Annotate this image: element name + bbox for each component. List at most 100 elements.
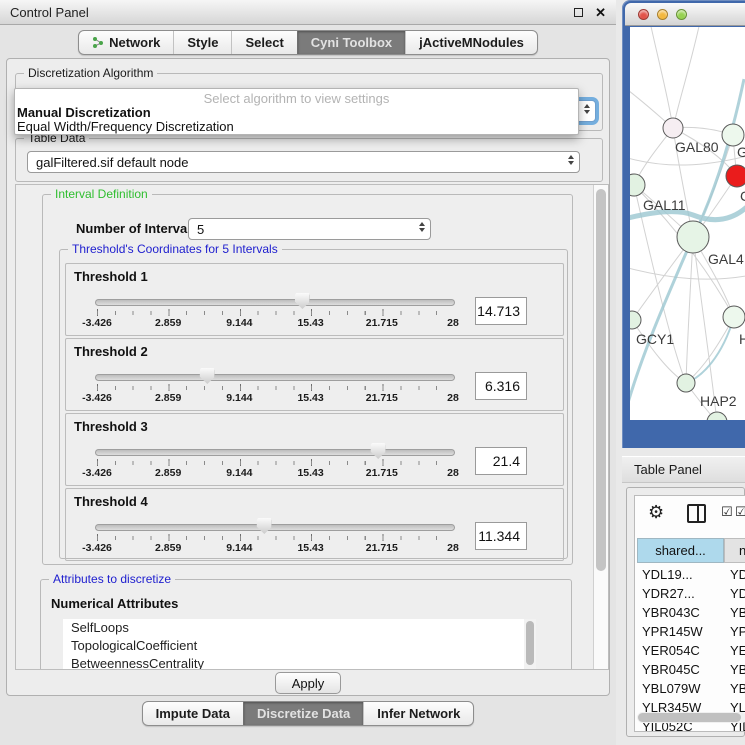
threshold-2-slider[interactable]: -3.4262.8599.14415.4321.71528 xyxy=(88,366,462,410)
slider-thumb[interactable] xyxy=(257,518,272,534)
traffic-close-icon[interactable] xyxy=(638,9,649,20)
combo-stepper-icon xyxy=(584,104,590,114)
tab-jactivemnodules[interactable]: jActiveMNodules xyxy=(405,31,537,54)
threshold-3-value[interactable]: 21.4 xyxy=(475,447,527,475)
threshold-3-slider[interactable]: -3.4262.8599.14415.4321.71528 xyxy=(88,441,462,485)
tick-label: 15.43 xyxy=(297,317,323,329)
slider-tick-labels: -3.4262.8599.14415.4321.71528 xyxy=(97,542,453,556)
table-rows: YDL19...YDL1YDR27...YDR2YBR043CYBR0YPR14… xyxy=(637,565,745,732)
column-header-name[interactable]: n xyxy=(724,538,745,563)
node-label: GAL11 xyxy=(643,197,686,213)
table-row[interactable]: YBR045CYBR0 xyxy=(637,660,745,679)
table-row[interactable]: YBR043CYBR0 xyxy=(637,603,745,622)
table-row[interactable]: YBL079WYBL0 xyxy=(637,679,745,698)
settings-gear-icon[interactable]: ⚙ xyxy=(648,502,664,524)
number-of-intervals-value: 5 xyxy=(197,222,204,237)
slider-thumb[interactable] xyxy=(200,368,215,384)
settings-vertical-scrollbar[interactable] xyxy=(593,185,608,669)
table-cell-name[interactable]: YBR0 xyxy=(724,605,745,620)
table-row[interactable]: YDR27...YDR2 xyxy=(637,584,745,603)
table-cell-shared-name[interactable]: YDR27... xyxy=(637,586,724,601)
top-tabbar: Network Style Select Cyni Toolbox jActiv… xyxy=(0,30,616,55)
table-cell-shared-name[interactable]: YBR045C xyxy=(637,662,724,677)
apply-button[interactable]: Apply xyxy=(275,672,341,694)
tab-style[interactable]: Style xyxy=(173,31,231,54)
close-icon[interactable]: ✕ xyxy=(595,6,606,19)
control-panel-window: Control Panel ✕ Network Style Select Cyn… xyxy=(0,0,616,745)
list-scrollbar[interactable] xyxy=(524,619,536,669)
table-cell-name[interactable]: YDR2 xyxy=(724,586,745,601)
tab-infer-network[interactable]: Infer Network xyxy=(363,702,473,725)
slider-thumb[interactable] xyxy=(371,443,386,459)
settings-scrollbar-thumb[interactable] xyxy=(596,189,606,571)
threshold-3-label: Threshold 3 xyxy=(74,419,148,434)
node-gal80[interactable] xyxy=(663,118,683,138)
tab-cyni-toolbox[interactable]: Cyni Toolbox xyxy=(297,31,405,54)
number-of-intervals-combo[interactable]: 5 xyxy=(188,218,431,240)
table-cell-name[interactable]: YER0 xyxy=(724,643,745,658)
split-columns-icon[interactable] xyxy=(687,504,706,523)
thresholds-group: Threshold's Coordinates for 5 Intervals … xyxy=(59,249,568,559)
attribute-list-item[interactable]: BetweennessCentrality xyxy=(63,655,536,669)
popup-item-equal-width[interactable]: Equal Width/Frequency Discretization xyxy=(15,120,578,134)
table-horizontal-scrollbar[interactable] xyxy=(637,712,745,723)
attribute-list-item[interactable]: TopologicalCoefficient xyxy=(63,637,536,655)
node-red-selected[interactable] xyxy=(726,165,745,187)
settings-scrollpane: Interval Definition Number of Intervals … xyxy=(15,184,609,670)
threshold-2-box: Threshold 2 -3.4262.8599.14415.4321.7152… xyxy=(65,338,564,411)
table-cell-shared-name[interactable]: YPR145W xyxy=(637,624,724,639)
tick-label: 2.859 xyxy=(155,542,181,554)
tab-select[interactable]: Select xyxy=(231,31,296,54)
numerical-attributes-list[interactable]: SelfLoopsTopologicalCoefficientBetweenne… xyxy=(63,619,536,669)
table-cell-shared-name[interactable]: YBR043C xyxy=(637,605,724,620)
tab-discretize-data[interactable]: Discretize Data xyxy=(243,702,363,725)
table-data-combo[interactable]: galFiltered.sif default node xyxy=(27,151,580,173)
threshold-4-value[interactable]: 11.344 xyxy=(475,522,527,550)
node-top-right[interactable] xyxy=(722,124,744,146)
network-canvas[interactable]: GAL80 G GAL11 C GAL4 GCY1 H HAP2 xyxy=(630,27,745,420)
float-window-icon[interactable] xyxy=(574,8,583,17)
threshold-4-slider[interactable]: -3.4262.8599.14415.4321.71528 xyxy=(88,516,462,560)
slider-tick-labels: -3.4262.8599.14415.4321.71528 xyxy=(97,317,453,331)
threshold-1-value[interactable]: 14.713 xyxy=(475,297,527,325)
table-hscrollbar-thumb[interactable] xyxy=(638,713,741,722)
tick-label: 28 xyxy=(447,467,459,479)
checkbox-checked-icon[interactable]: ☑ xyxy=(721,505,733,520)
node-gal4[interactable] xyxy=(677,221,709,253)
threshold-1-slider[interactable]: -3.4262.8599.14415.4321.71528 xyxy=(88,291,462,335)
threshold-2-label: Threshold 2 xyxy=(74,344,148,359)
popup-item-manual-discretization[interactable]: Manual Discretization xyxy=(15,106,578,120)
attribute-list-item[interactable]: SelfLoops xyxy=(63,619,536,637)
node-gcy1[interactable] xyxy=(630,311,641,329)
network-graph-icon xyxy=(92,36,104,49)
checkbox-checked-icon[interactable]: ☑ xyxy=(735,505,745,520)
traffic-zoom-icon[interactable] xyxy=(676,9,687,20)
table-cell-name[interactable]: YDL1 xyxy=(724,567,745,582)
column-header-shared[interactable]: shared... xyxy=(637,538,724,563)
table-panel-inner: ⚙ ☑ ☑ shared... n YDL19...YDL1YDR27...YD… xyxy=(634,495,745,732)
table-cell-shared-name[interactable]: YBL079W xyxy=(637,681,724,696)
node-hap2[interactable] xyxy=(677,374,695,392)
tab-network[interactable]: Network xyxy=(79,31,173,54)
table-cell-name[interactable]: YPR1 xyxy=(724,624,745,639)
table-cell-name[interactable]: YBR0 xyxy=(724,662,745,677)
slider-thumb[interactable] xyxy=(295,293,310,309)
traffic-minimize-icon[interactable] xyxy=(657,9,668,20)
screenshot-stage: Control Panel ✕ Network Style Select Cyn… xyxy=(0,0,745,745)
table-cell-shared-name[interactable]: YER054C xyxy=(637,643,724,658)
slider-tick-labels: -3.4262.8599.14415.4321.71528 xyxy=(97,392,453,406)
tab-impute-data[interactable]: Impute Data xyxy=(143,702,243,725)
table-cell-name[interactable]: YBL0 xyxy=(724,681,745,696)
list-scrollbar-thumb[interactable] xyxy=(526,621,534,665)
tick-label: 28 xyxy=(447,542,459,554)
threshold-2-value[interactable]: 6.316 xyxy=(475,372,527,400)
bottom-tabbar: Impute Data Discretize Data Infer Networ… xyxy=(0,701,616,726)
table-row[interactable]: YER054CYER0 xyxy=(637,641,745,660)
node-label: C xyxy=(740,188,745,204)
table-row[interactable]: YPR145WYPR1 xyxy=(637,622,745,641)
table-row[interactable]: YDL19...YDL1 xyxy=(637,565,745,584)
table-cell-shared-name[interactable]: YDL19... xyxy=(637,567,724,582)
interval-definition-group: Interval Definition Number of Intervals … xyxy=(42,194,573,565)
tick-label: 21.715 xyxy=(366,392,398,404)
node-h[interactable] xyxy=(723,306,745,328)
